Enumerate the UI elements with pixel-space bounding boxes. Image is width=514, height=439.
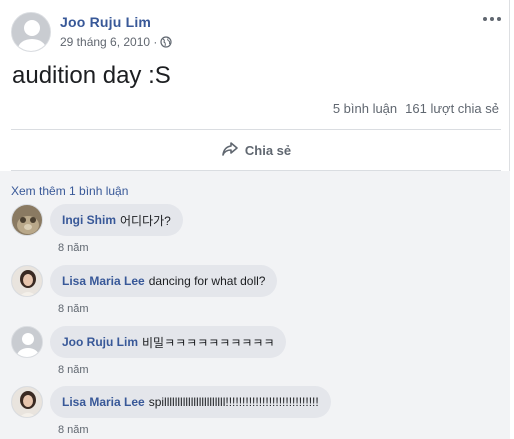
comment-bubble: Ingi Shim 어디다가? xyxy=(50,204,183,236)
comment-count[interactable]: 5 bình luận xyxy=(333,101,397,116)
comment-text: 어디다가? xyxy=(120,213,171,228)
comment-bubble: Joo Ruju Lim 비밀ㅋㅋㅋㅋㅋㅋㅋㅋㅋㅋ xyxy=(50,326,287,358)
share-label: Chia sẻ xyxy=(244,142,292,158)
commenter-name[interactable]: Lisa Maria Lee xyxy=(62,274,145,288)
commenter-name[interactable]: Joo Ruju Lim xyxy=(62,335,138,349)
comment-time[interactable]: 8 năm xyxy=(58,303,89,315)
commenter-avatar[interactable] xyxy=(11,386,43,418)
comment-text: 비밀ㅋㅋㅋㅋㅋㅋㅋㅋㅋㅋ xyxy=(142,335,275,350)
share-icon xyxy=(221,141,239,160)
view-more-comments-link[interactable]: Xem thêm 1 bình luận xyxy=(11,184,128,198)
globe-icon xyxy=(160,36,173,48)
post-header: Joo Ruju Lim 29 tháng 6, 2010 · xyxy=(11,12,501,52)
more-options-icon[interactable] xyxy=(483,14,501,24)
commenter-name[interactable]: Ingi Shim xyxy=(62,213,116,227)
post-meta: 29 tháng 6, 2010 · xyxy=(60,35,173,49)
post-author-name[interactable]: Joo Ruju Lim xyxy=(60,14,151,30)
comments-section: Xem thêm 1 bình luận Ingi Shim 어디다가? 8 n… xyxy=(0,171,510,439)
comment-time[interactable]: 8 năm xyxy=(58,242,89,254)
comment-bubble: Lisa Maria Lee spillllllllllllllllllllll… xyxy=(50,386,331,418)
author-avatar[interactable] xyxy=(11,12,51,52)
post-date[interactable]: 29 tháng 6, 2010 · xyxy=(60,35,157,49)
share-button[interactable]: Chia sẻ xyxy=(11,130,501,170)
comment-text: spilllllllllllllllllllllll!!!!!!!!!!!!!!… xyxy=(148,395,319,409)
post-stats: 5 bình luận 161 lượt chia sẻ xyxy=(333,101,499,116)
comment-time[interactable]: 8 năm xyxy=(58,364,89,376)
comment-bubble: Lisa Maria Lee dancing for what doll? xyxy=(50,265,278,297)
post-text: audition day :S xyxy=(12,62,171,89)
comment-time[interactable]: 8 năm xyxy=(58,424,89,436)
commenter-avatar[interactable] xyxy=(11,204,43,236)
commenter-name[interactable]: Lisa Maria Lee xyxy=(62,395,145,409)
comment-text: dancing for what doll? xyxy=(148,274,266,288)
commenter-avatar[interactable] xyxy=(11,326,43,358)
facebook-post: Joo Ruju Lim 29 tháng 6, 2010 · audition… xyxy=(0,0,510,439)
commenter-avatar[interactable] xyxy=(11,265,43,297)
share-count[interactable]: 161 lượt chia sẻ xyxy=(405,101,499,116)
